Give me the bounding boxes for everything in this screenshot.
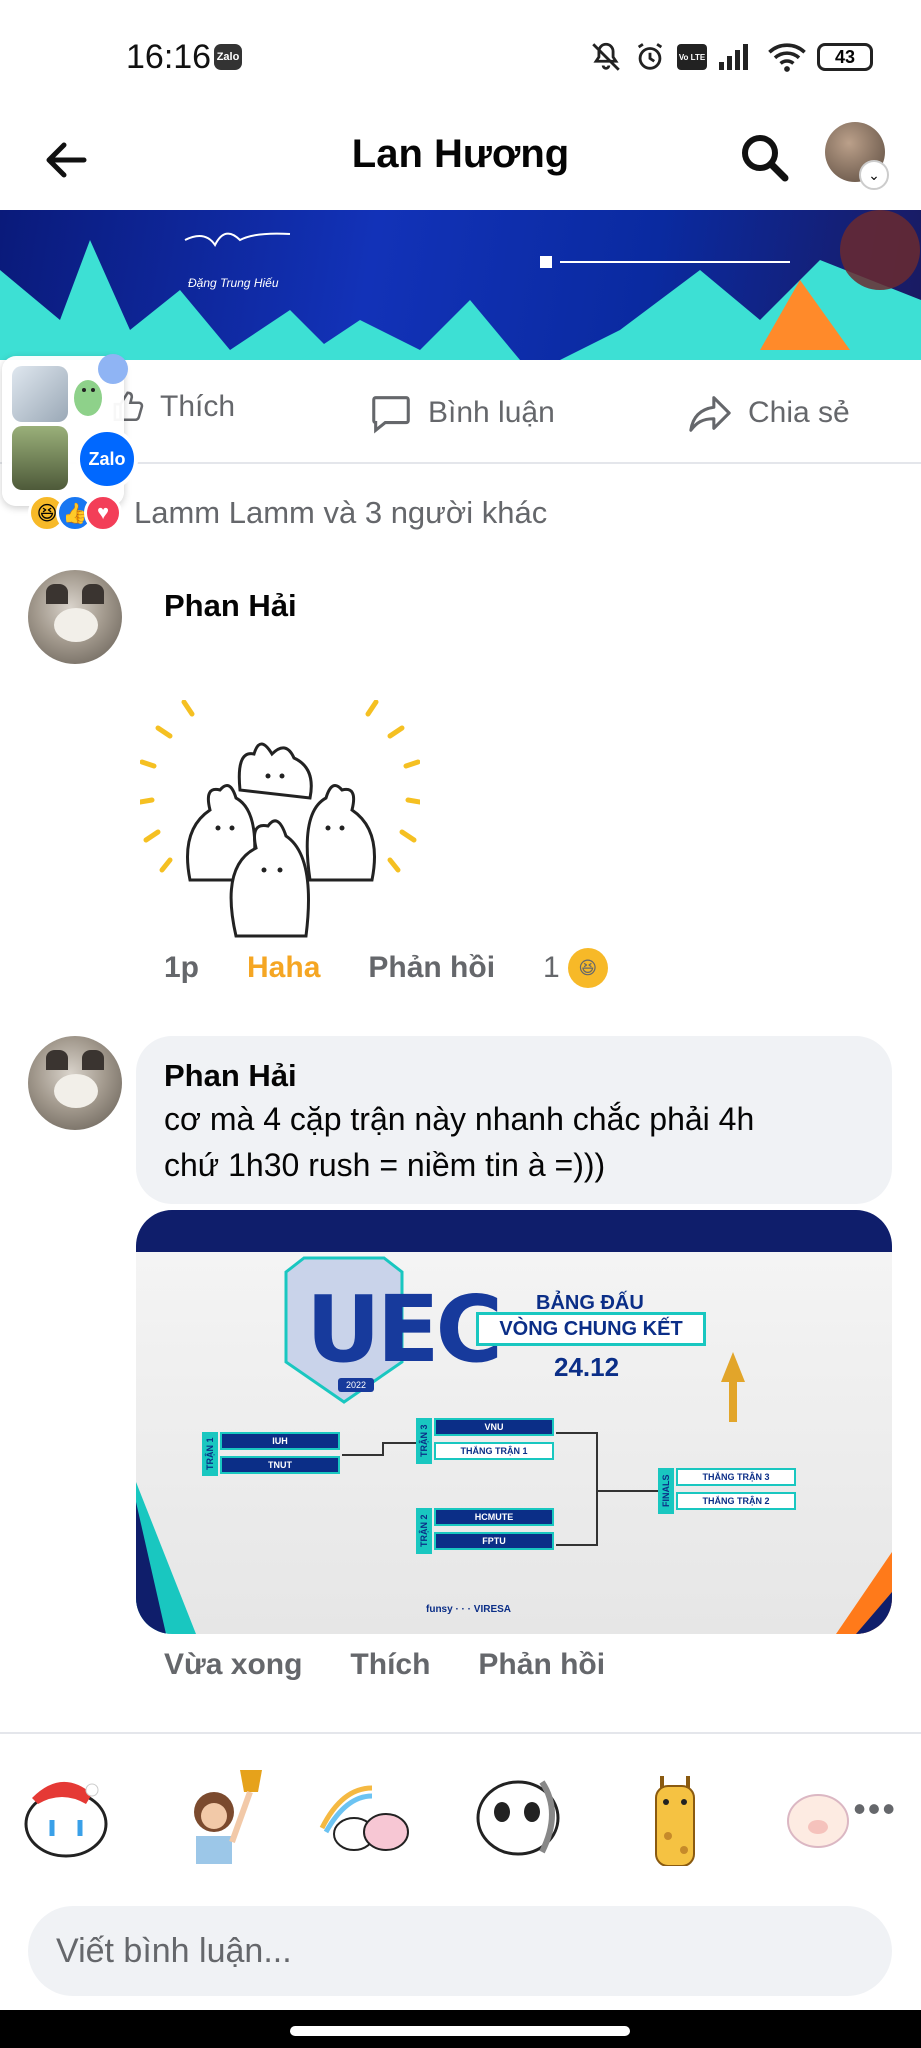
bracket-slot: TNUT <box>220 1456 340 1474</box>
comment-timestamp: Vừa xong <box>164 1648 303 1681</box>
bunny-rainbow-sticker-icon[interactable] <box>318 1766 418 1866</box>
like-comment-button[interactable]: Thích <box>350 1648 430 1682</box>
like-label: Thích <box>160 390 236 423</box>
more-stickers-icon[interactable]: ••• <box>853 1788 897 1830</box>
avatar-detail <box>54 1074 98 1108</box>
comment-icon <box>372 396 410 434</box>
wifi-icon <box>768 43 806 72</box>
bracket-slot: THẮNG TRẬN 1 <box>434 1442 554 1460</box>
search-icon[interactable] <box>735 128 795 188</box>
bracket-slot: FPTU <box>434 1532 554 1550</box>
round-3-label: TRẬN 3 <box>416 1418 432 1464</box>
status-time: 16:16 <box>126 38 212 76</box>
commenter-avatar[interactable] <box>28 570 122 664</box>
banner-art <box>0 210 921 360</box>
sponsor-logos: funsy · · · VIRESA <box>426 1604 512 1615</box>
bracket-slot: HCMUTE <box>434 1508 554 1526</box>
avatar-detail <box>54 608 98 642</box>
post-action-row: Thích Bình luận Chia sẻ <box>0 360 921 464</box>
round-1-label: TRẬN 1 <box>202 1432 218 1476</box>
love-reaction-icon: ♥ <box>84 494 122 532</box>
round-2-label: TRẬN 2 <box>416 1508 432 1554</box>
post-banner-image[interactable]: Đặng Trung Hiếu <box>0 210 921 360</box>
haha-emoji-icon: 😆 <box>567 948 608 988</box>
comment-button[interactable]: Bình luận <box>368 390 555 436</box>
uec-logo-year: 2022 <box>338 1378 375 1392</box>
zalo-notification-icon: Zalo <box>214 44 242 70</box>
comment-author-name[interactable]: Phan Hải <box>164 588 297 624</box>
bracket-connector <box>342 1454 382 1456</box>
home-indicator[interactable] <box>290 2026 630 2036</box>
bracket-connector <box>382 1442 384 1456</box>
app-header: Lan Hương ⌄ <box>0 110 921 210</box>
share-icon <box>689 396 731 432</box>
share-label: Chia sẻ <box>748 396 850 429</box>
status-icons: Vo LTE 43 <box>589 40 873 74</box>
alarm-icon <box>637 43 663 70</box>
bunnies-celebrating-sticker <box>140 700 420 938</box>
reactions-summary-text: Lamm Lamm và 3 người khác <box>134 495 548 530</box>
bracket-slot: THẮNG TRẬN 2 <box>676 1492 796 1510</box>
giraffe-sticker-icon[interactable] <box>624 1766 724 1866</box>
reactions-summary[interactable]: 😆 👍 ♥ Lamm Lamm và 3 người khác <box>28 494 547 532</box>
bracket-connector <box>556 1544 596 1546</box>
mute-icon <box>592 42 620 71</box>
avatar-detail <box>46 584 68 604</box>
chevron-down-icon: ⌄ <box>859 160 889 190</box>
volte-icon: Vo LTE <box>677 44 707 70</box>
share-button[interactable]: Chia sẻ <box>686 390 850 436</box>
haha-reaction-button[interactable]: Haha <box>247 951 320 985</box>
bracket-connector <box>556 1432 596 1434</box>
comment-meta-row: Vừa xong Thích Phản hồi <box>164 1648 653 1682</box>
comment-text-line: chứ 1h30 rush = niềm tin à =))) <box>164 1147 606 1183</box>
reply-button[interactable]: Phản hồi <box>478 1648 605 1682</box>
like-button[interactable]: Thích <box>112 390 235 424</box>
comment-text-line: cơ mà 4 cặp trận này nhanh chắc phải 4h <box>164 1101 755 1137</box>
bracket-connector <box>382 1442 416 1444</box>
uec-logo: UEC <box>306 1276 503 1383</box>
system-nav-bar <box>0 2010 921 2048</box>
comment-label: Bình luận <box>428 396 555 429</box>
comment-timestamp: 1p <box>164 951 200 984</box>
profile-avatar-button[interactable]: ⌄ <box>825 122 889 190</box>
comment-reaction-count[interactable]: 1 😆 <box>543 948 608 988</box>
avatar-detail <box>82 1050 104 1070</box>
bracket-slot: VNU <box>434 1418 554 1436</box>
signal-icon <box>719 44 748 70</box>
reaction-count-value: 1 <box>543 951 560 984</box>
sticker-suggestion-tray: ••• <box>0 1732 921 1882</box>
finals-label: FINALS <box>658 1468 674 1514</box>
bracket-graphic: UEC 2022 BẢNG ĐẤU VÒNG CHUNG KẾT 24.12 T… <box>136 1252 892 1634</box>
crying-cat-sticker-icon[interactable] <box>16 1766 116 1866</box>
bracket-title-main: VÒNG CHUNG KẾT <box>476 1312 706 1346</box>
bracket-slot: THẮNG TRẬN 3 <box>676 1468 796 1486</box>
status-bar: 16:16 Zalo Vo LTE 43 <box>0 0 921 110</box>
comment-attachment-image[interactable]: UEC 2022 BẢNG ĐẤU VÒNG CHUNG KẾT 24.12 T… <box>136 1210 892 1634</box>
bracket-connector <box>596 1490 658 1492</box>
chat-head-photo-2 <box>12 426 68 490</box>
trophy-lady-sticker-icon[interactable] <box>172 1766 272 1866</box>
battery-icon: 43 <box>817 43 873 71</box>
chat-head-indicator <box>98 354 128 384</box>
avatar-detail <box>46 1050 68 1070</box>
bracket-connector <box>596 1432 598 1546</box>
avatar-detail <box>82 584 104 604</box>
chat-head-photo <box>12 366 68 422</box>
bracket-date: 24.12 <box>554 1352 620 1382</box>
banner-signature-text: Đặng Trung Hiếu <box>188 276 279 290</box>
commenter-avatar[interactable] <box>28 1036 122 1130</box>
reply-button[interactable]: Phản hồi <box>368 951 495 985</box>
comment-input[interactable] <box>28 1906 892 1996</box>
comment-author-name[interactable]: Phan Hải <box>164 1056 864 1096</box>
comment-meta-row: 1p Haha Phản hồi 1 😆 <box>164 948 608 988</box>
comment-bubble[interactable]: Phan Hải cơ mà 4 cặp trận này nhanh chắc… <box>136 1036 892 1204</box>
bracket-slot: IUH <box>220 1432 340 1450</box>
ghost-face-sticker-icon[interactable] <box>470 1766 570 1866</box>
zalo-app-icon: Zalo <box>76 428 138 490</box>
